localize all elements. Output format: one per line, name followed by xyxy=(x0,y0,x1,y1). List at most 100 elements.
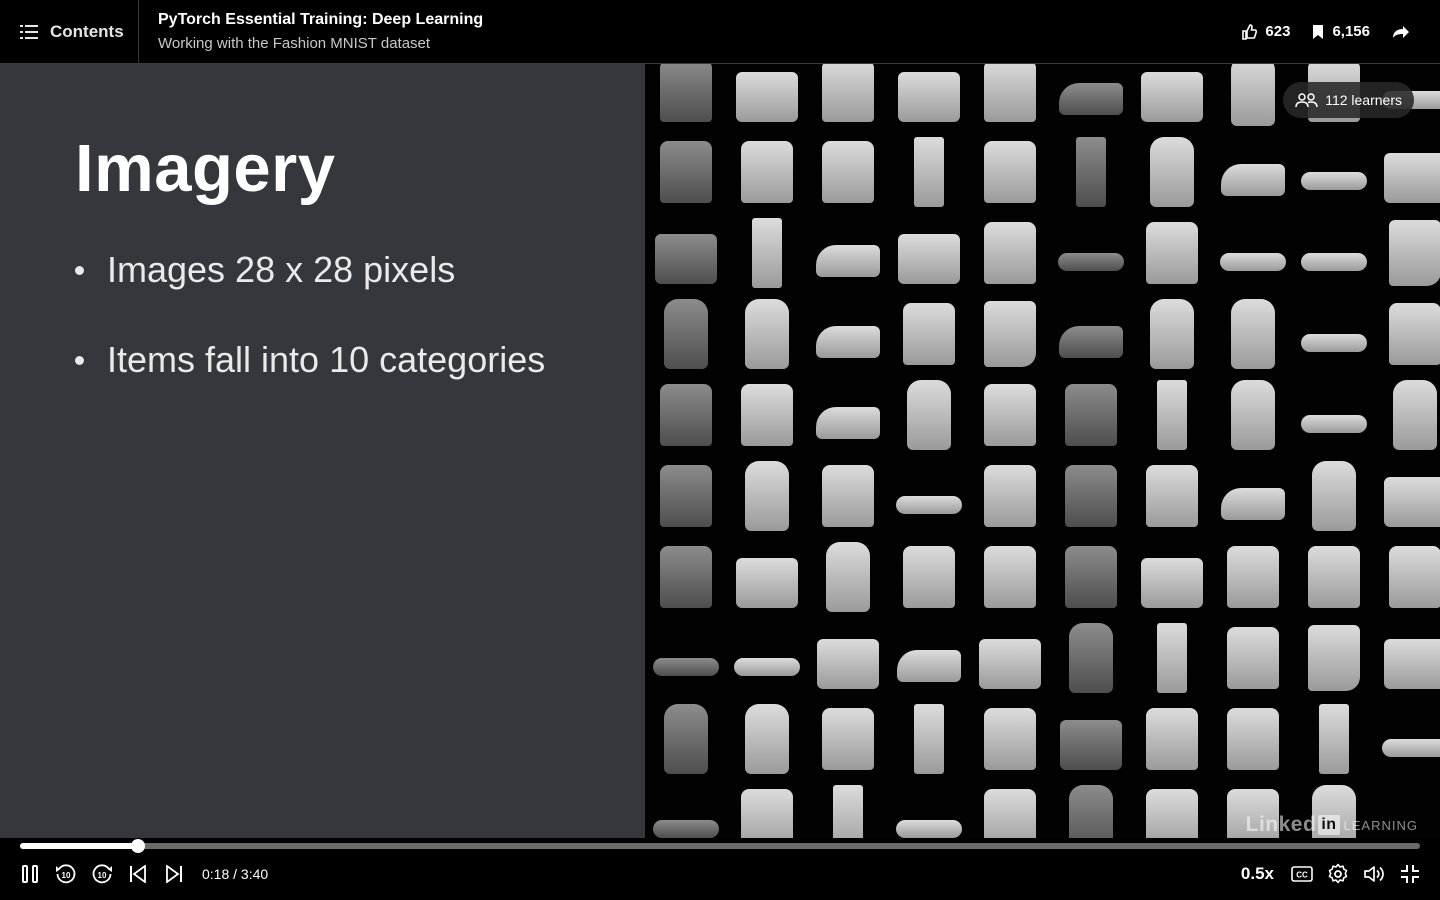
clothing-shape xyxy=(1058,325,1123,358)
exit-fullscreen-icon xyxy=(1400,864,1420,884)
clothing-thumbnail xyxy=(1131,212,1212,293)
forward-10-button[interactable]: 10 xyxy=(90,862,114,886)
clothing-thumbnail xyxy=(726,131,807,212)
clothing-thumbnail xyxy=(888,698,969,779)
settings-button[interactable] xyxy=(1326,862,1350,886)
clothing-thumbnail xyxy=(1131,536,1212,617)
volume-icon xyxy=(1363,864,1385,884)
clothing-shape xyxy=(1383,476,1440,527)
slide-bullet: Images 28 x 28 pixels xyxy=(75,250,545,290)
clothing-thumbnail xyxy=(1293,131,1374,212)
clothing-thumbnail xyxy=(807,212,888,293)
clothing-shape xyxy=(663,298,708,369)
slide-bullets: Images 28 x 28 pixels Items fall into 10… xyxy=(75,250,545,430)
clothing-thumbnail xyxy=(1293,212,1374,293)
contents-label: Contents xyxy=(50,21,124,41)
progress-scrubber[interactable] xyxy=(131,839,146,853)
playback-speed-button[interactable]: 0.5x xyxy=(1241,864,1274,884)
clothing-shape xyxy=(1392,379,1437,450)
clothing-shape xyxy=(652,820,719,839)
watermark-learning: LEARNING xyxy=(1343,817,1418,833)
clothing-shape xyxy=(1307,545,1360,608)
clothing-shape xyxy=(1156,622,1187,693)
svg-text:CC: CC xyxy=(1296,871,1308,880)
share-button[interactable] xyxy=(1392,24,1410,40)
clothing-thumbnail-grid xyxy=(645,50,1440,857)
clothing-shape xyxy=(1220,163,1285,196)
exit-fullscreen-button[interactable] xyxy=(1398,862,1422,886)
clothing-thumbnail xyxy=(1374,617,1440,698)
clothing-shape xyxy=(821,59,874,122)
clothing-thumbnail xyxy=(807,293,888,374)
clothing-thumbnail xyxy=(645,617,726,698)
clothing-shape xyxy=(735,557,798,608)
learners-count: 112 learners xyxy=(1325,92,1402,108)
rewind-10-button[interactable]: 10 xyxy=(54,862,78,886)
clothing-thumbnail xyxy=(645,698,726,779)
clothing-thumbnail xyxy=(1212,212,1293,293)
captions-button[interactable]: CC xyxy=(1290,862,1314,886)
clothing-shape xyxy=(821,140,874,203)
clothing-shape xyxy=(1145,221,1198,284)
video-frame[interactable]: Imagery Images 28 x 28 pixels Items fall… xyxy=(0,45,1440,857)
controls-right: 0.5x CC xyxy=(1241,860,1422,888)
clothing-shape xyxy=(659,545,712,608)
clothing-thumbnail xyxy=(1374,374,1440,455)
clothing-shape xyxy=(1230,379,1275,450)
skip-next-icon xyxy=(165,865,183,883)
clothing-shape xyxy=(1156,379,1187,450)
clothing-thumbnail xyxy=(645,455,726,536)
save-button[interactable]: 6,156 xyxy=(1312,23,1370,40)
course-title[interactable]: PyTorch Essential Training: Deep Learnin… xyxy=(158,10,483,30)
gear-icon xyxy=(1327,863,1349,885)
clothing-shape xyxy=(896,649,961,682)
clothing-shape xyxy=(983,545,1036,608)
clothing-thumbnail xyxy=(1050,455,1131,536)
clothing-shape xyxy=(1064,464,1117,527)
linkedin-learning-watermark: Linked in LEARNING xyxy=(1246,813,1418,837)
list-icon xyxy=(20,24,38,40)
volume-button[interactable] xyxy=(1362,862,1386,886)
clothing-shape xyxy=(1220,487,1285,520)
clothing-shape xyxy=(659,59,712,122)
clothing-shape xyxy=(815,325,880,358)
previous-video-button[interactable] xyxy=(126,862,150,886)
clothing-thumbnail xyxy=(1050,698,1131,779)
clothing-thumbnail xyxy=(969,617,1050,698)
clothing-shape xyxy=(1226,545,1279,608)
clothing-shape xyxy=(1064,545,1117,608)
clothing-shape xyxy=(816,638,879,689)
like-button[interactable]: 623 xyxy=(1241,23,1290,40)
clothing-thumbnail xyxy=(807,617,888,698)
clothing-thumbnail xyxy=(1374,698,1440,779)
watermark-brand: Linked xyxy=(1245,813,1317,836)
rewind-seconds: 10 xyxy=(62,871,71,880)
clothing-shape xyxy=(1381,739,1440,758)
save-count: 6,156 xyxy=(1332,23,1370,40)
clothing-thumbnail xyxy=(969,212,1050,293)
clothing-shape xyxy=(902,545,955,608)
clothing-shape xyxy=(983,707,1036,770)
top-actions: 623 6,156 xyxy=(1219,0,1410,63)
contents-button[interactable]: Contents xyxy=(0,0,139,63)
clothing-thumbnail xyxy=(726,698,807,779)
clothing-shape xyxy=(744,298,789,369)
clothing-thumbnail xyxy=(1212,131,1293,212)
people-icon xyxy=(1295,92,1319,108)
clothing-shape xyxy=(652,658,719,677)
next-video-button[interactable] xyxy=(162,862,186,886)
controls-left: 10 10 0:18 / 3:40 xyxy=(18,860,268,888)
clothing-shape xyxy=(815,244,880,277)
clothing-thumbnail xyxy=(726,374,807,455)
clothing-shape xyxy=(1226,707,1279,770)
clothing-shape xyxy=(1383,638,1440,689)
pause-button[interactable] xyxy=(18,862,42,886)
clothing-thumbnail xyxy=(1131,293,1212,374)
clothing-shape xyxy=(1300,172,1367,191)
progress-bar[interactable] xyxy=(20,839,1420,853)
learners-badge[interactable]: 112 learners xyxy=(1283,82,1414,118)
clothing-thumbnail xyxy=(888,455,969,536)
clothing-thumbnail xyxy=(888,374,969,455)
clothing-shape xyxy=(1140,557,1203,608)
clothing-thumbnail xyxy=(1050,536,1131,617)
